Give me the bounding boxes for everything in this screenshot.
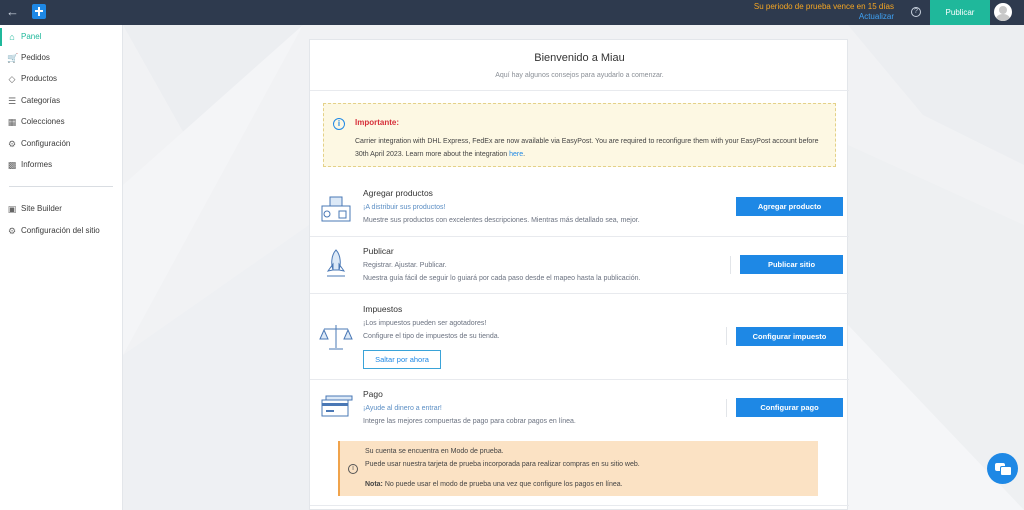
- step-line-2: Configure el tipo de impuestos de su tie…: [363, 333, 500, 340]
- note-text: No puede usar el modo de prueba una vez …: [382, 481, 623, 488]
- step-line-2: Muestre sus productos con excelentes des…: [363, 217, 640, 224]
- test-mode-line-2: Puede usar nuestra tarjeta de prueba inc…: [365, 461, 640, 468]
- payment-card-icon: [321, 395, 353, 417]
- note-label: Nota:: [365, 481, 383, 488]
- test-mode-note: Nota: No puede usar el modo de prueba un…: [365, 481, 623, 488]
- sidebar-item-label: Configuración del sitio: [21, 226, 100, 235]
- sidebar-item-label: Pedidos: [21, 53, 50, 62]
- test-mode-line-1: Su cuenta se encuentra en Modo de prueba…: [365, 448, 504, 455]
- sidebar-item-label: Productos: [21, 74, 58, 83]
- configure-tax-button[interactable]: Configurar impuesto: [736, 327, 843, 346]
- step-title: Publicar: [363, 246, 394, 256]
- step-line-1: Registrar. Ajustar. Publicar.: [363, 262, 447, 269]
- notice-text: Carrier integration with DHL Express, Fe…: [355, 138, 819, 158]
- notice-link[interactable]: here: [509, 151, 523, 158]
- layers-icon: ☰: [7, 96, 17, 106]
- divider: [310, 379, 849, 380]
- trial-notice: Su periodo de prueba vence en 15 días Ac…: [754, 2, 894, 22]
- top-bar: ← Su periodo de prueba vence en 15 días …: [0, 0, 1024, 25]
- chart-icon: ▩: [7, 160, 17, 170]
- cart-icon: 🛒: [7, 53, 19, 63]
- step-title: Agregar productos: [363, 188, 433, 198]
- sidebar-item-label: Colecciones: [21, 117, 65, 126]
- vertical-divider: [730, 256, 731, 274]
- sidebar-item-label: Categorías: [21, 96, 61, 105]
- sidebar-item-site-builder[interactable]: ▣ Site Builder: [0, 200, 122, 218]
- sidebar-item-collections[interactable]: ▦ Colecciones: [0, 113, 122, 131]
- sidebar-item-site-settings[interactable]: ⚙ Configuración del sitio: [0, 222, 122, 240]
- publish-button[interactable]: Publicar: [930, 0, 990, 25]
- step-line-1: ¡A distribuir sus productos!: [363, 204, 446, 211]
- upgrade-link[interactable]: Actualizar: [754, 12, 894, 22]
- sidebar-item-label: Panel: [21, 32, 42, 41]
- sidebar-item-categories[interactable]: ☰ Categorías: [0, 92, 122, 110]
- vertical-divider: [726, 327, 727, 345]
- sidebar-item-products[interactable]: ◇ Productos: [0, 70, 122, 88]
- gear-icon: ⚙: [7, 226, 17, 236]
- divider: [310, 505, 849, 506]
- sidebar: ⌂ Panel 🛒 Pedidos ◇ Productos ☰ Categorí…: [0, 25, 123, 510]
- back-arrow-icon[interactable]: ←: [6, 4, 20, 20]
- tag-icon: ◇: [8, 74, 16, 84]
- configure-payment-button[interactable]: Configurar pago: [736, 398, 843, 417]
- sidebar-item-orders[interactable]: 🛒 Pedidos: [0, 49, 122, 67]
- info-icon: i: [348, 464, 358, 474]
- rocket-icon: [326, 249, 346, 277]
- welcome-card: Bienvenido a Miau Aquí hay algunos conse…: [309, 39, 849, 510]
- vertical-divider: [726, 399, 727, 417]
- sidebar-divider: [9, 186, 113, 187]
- step-title: Pago: [363, 389, 383, 399]
- skip-button[interactable]: Saltar por ahora: [363, 350, 441, 369]
- step-line-2: Nuestra guía fácil de seguir lo guiará p…: [363, 275, 641, 282]
- products-icon: [321, 196, 351, 222]
- page-subtitle: Aquí hay algunos consejos para ayudarlo …: [495, 72, 664, 79]
- sidebar-item-label: Informes: [21, 160, 53, 169]
- step-line-1: ¡Los impuestos pueden ser agotadores!: [363, 320, 487, 327]
- notice-body: Carrier integration with DHL Express, Fe…: [355, 135, 825, 161]
- home-icon: ⌂: [9, 32, 15, 42]
- grid-icon: ▦: [7, 117, 17, 127]
- test-mode-notice: i Su cuenta se encuentra en Modo de prue…: [338, 441, 818, 496]
- step-line-2: Integre las mejores compuertas de pago p…: [363, 418, 576, 425]
- divider: [310, 90, 849, 91]
- help-icon[interactable]: ?: [911, 7, 921, 17]
- chat-icon[interactable]: [987, 453, 1018, 484]
- page-title: Bienvenido a Miau: [534, 52, 625, 64]
- sidebar-item-label: Site Builder: [21, 204, 62, 213]
- scale-icon: [319, 325, 353, 350]
- divider: [310, 236, 849, 237]
- avatar[interactable]: [994, 3, 1012, 21]
- add-product-button[interactable]: Agregar producto: [736, 197, 843, 216]
- info-icon: i: [333, 118, 345, 130]
- step-line-1: ¡Ayude al dinero a entrar!: [363, 405, 442, 412]
- divider: [310, 293, 849, 294]
- sidebar-item-settings[interactable]: ⚙ Configuración: [0, 135, 122, 153]
- notice-title: Importante:: [355, 118, 399, 127]
- notice-end: .: [523, 151, 526, 158]
- sidebar-item-reports[interactable]: ▩ Informes: [0, 156, 122, 174]
- trial-message: Su periodo de prueba vence en 15 días: [753, 2, 894, 11]
- gear-icon: ⚙: [7, 139, 17, 149]
- builder-icon: ▣: [7, 204, 17, 214]
- sidebar-item-label: Configuración: [21, 139, 71, 148]
- publish-site-button[interactable]: Publicar sitio: [740, 255, 843, 274]
- sidebar-item-panel[interactable]: ⌂ Panel: [0, 28, 122, 46]
- add-icon[interactable]: [32, 4, 46, 19]
- important-notice: i Importante: Carrier integration with D…: [323, 103, 836, 167]
- step-title: Impuestos: [363, 304, 403, 314]
